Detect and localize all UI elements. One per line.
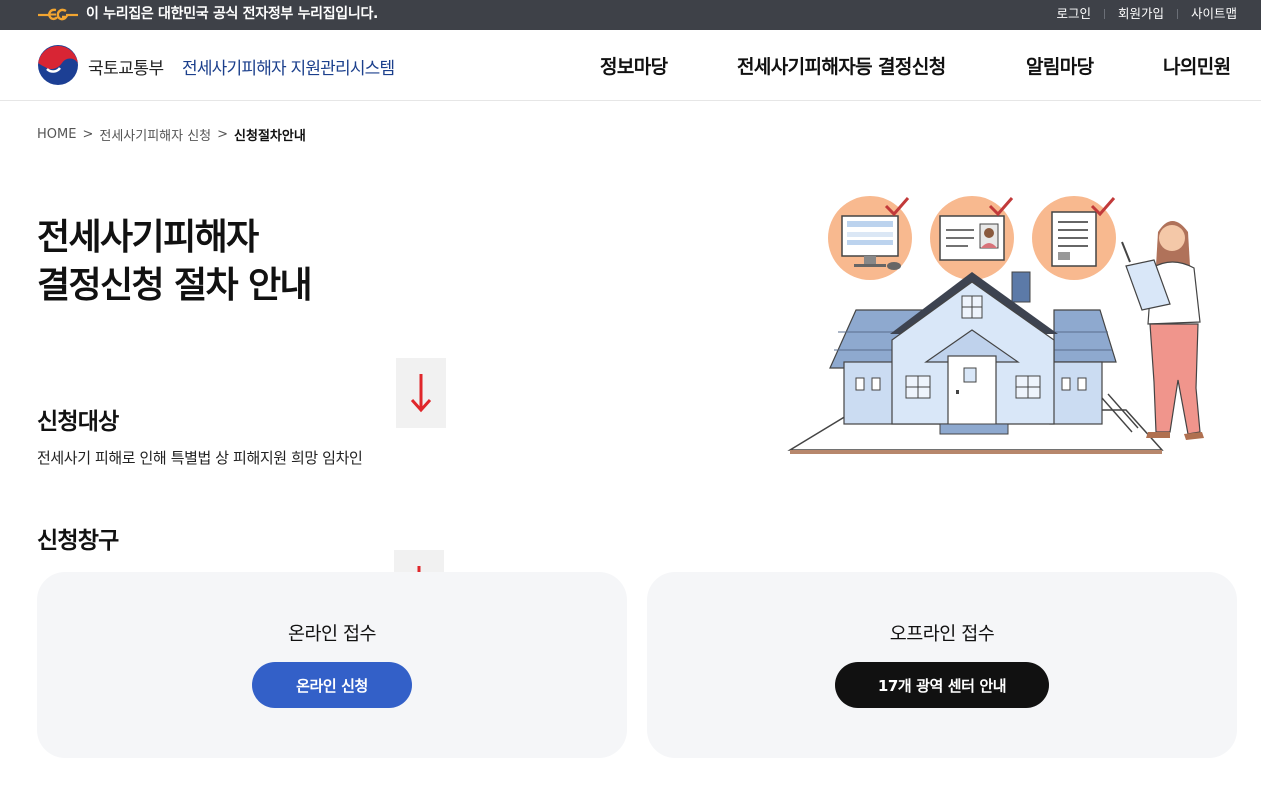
divider bbox=[1176, 9, 1178, 19]
site-header: 국토교통부 전세사기피해자 지원관리시스템 정보마당 전세사기피해자등 결정신청… bbox=[0, 30, 1261, 101]
nav-my-petition[interactable]: 나의민원 bbox=[1163, 52, 1231, 79]
breadcrumb-current: 신청절차안내 bbox=[234, 129, 306, 144]
down-arrow-icon bbox=[410, 374, 432, 413]
page-title-line1: 전세사기피해자 bbox=[37, 217, 259, 258]
offline-card-title: 오프라인 접수 bbox=[889, 624, 995, 645]
offline-card: 오프라인 접수 17개 광역 센터 안내 bbox=[647, 572, 1237, 758]
online-card: 온라인 접수 온라인 신청 bbox=[37, 572, 627, 758]
breadcrumb-separator: > bbox=[82, 127, 94, 142]
online-apply-button[interactable]: 온라인 신청 bbox=[252, 662, 412, 708]
nav-notice[interactable]: 알림마당 bbox=[1026, 52, 1094, 79]
gov-banner: 이 누리집은 대한민국 공식 전자정부 누리집입니다. 로그인 회원가입 사이트… bbox=[0, 0, 1261, 30]
system-name[interactable]: 전세사기피해자 지원관리시스템 bbox=[182, 54, 395, 79]
regional-center-button[interactable]: 17개 광역 센터 안내 bbox=[835, 662, 1049, 708]
breadcrumb-home[interactable]: HOME bbox=[37, 127, 76, 142]
divider bbox=[1103, 9, 1105, 19]
breadcrumb: HOME > 전세사기피해자 신청 > 신청절차안내 bbox=[37, 125, 306, 144]
ministry-name[interactable]: 국토교통부 bbox=[88, 54, 164, 79]
page-title: 전세사기피해자 결정신청 절차 안내 bbox=[37, 214, 313, 310]
breadcrumb-application[interactable]: 전세사기피해자 신청 bbox=[99, 125, 211, 144]
utility-nav: 로그인 회원가입 사이트맵 bbox=[1056, 6, 1237, 22]
gov-banner-text: 이 누리집은 대한민국 공식 전자정부 누리집입니다. bbox=[86, 6, 379, 22]
online-card-title: 온라인 접수 bbox=[288, 624, 376, 645]
nav-application[interactable]: 전세사기피해자등 결정신청 bbox=[737, 52, 946, 79]
government-eg-logo-icon bbox=[38, 8, 78, 21]
sitemap-link[interactable]: 사이트맵 bbox=[1191, 6, 1237, 22]
login-link[interactable]: 로그인 bbox=[1056, 6, 1091, 22]
signup-link[interactable]: 회원가입 bbox=[1118, 6, 1164, 22]
nav-info[interactable]: 정보마당 bbox=[600, 52, 668, 79]
target-section-title: 신청대상 bbox=[37, 409, 119, 435]
taegeuk-emblem-icon[interactable] bbox=[37, 44, 79, 86]
window-section-title: 신청창구 bbox=[37, 528, 119, 554]
page-title-line2: 결정신청 절차 안내 bbox=[37, 265, 313, 306]
house-illustration bbox=[787, 196, 1204, 454]
breadcrumb-separator: > bbox=[217, 127, 229, 142]
down-arrow-marker bbox=[396, 358, 446, 428]
target-description: 전세사기 피해로 인해 특별법 상 피해지원 희망 임차인 bbox=[37, 449, 363, 467]
